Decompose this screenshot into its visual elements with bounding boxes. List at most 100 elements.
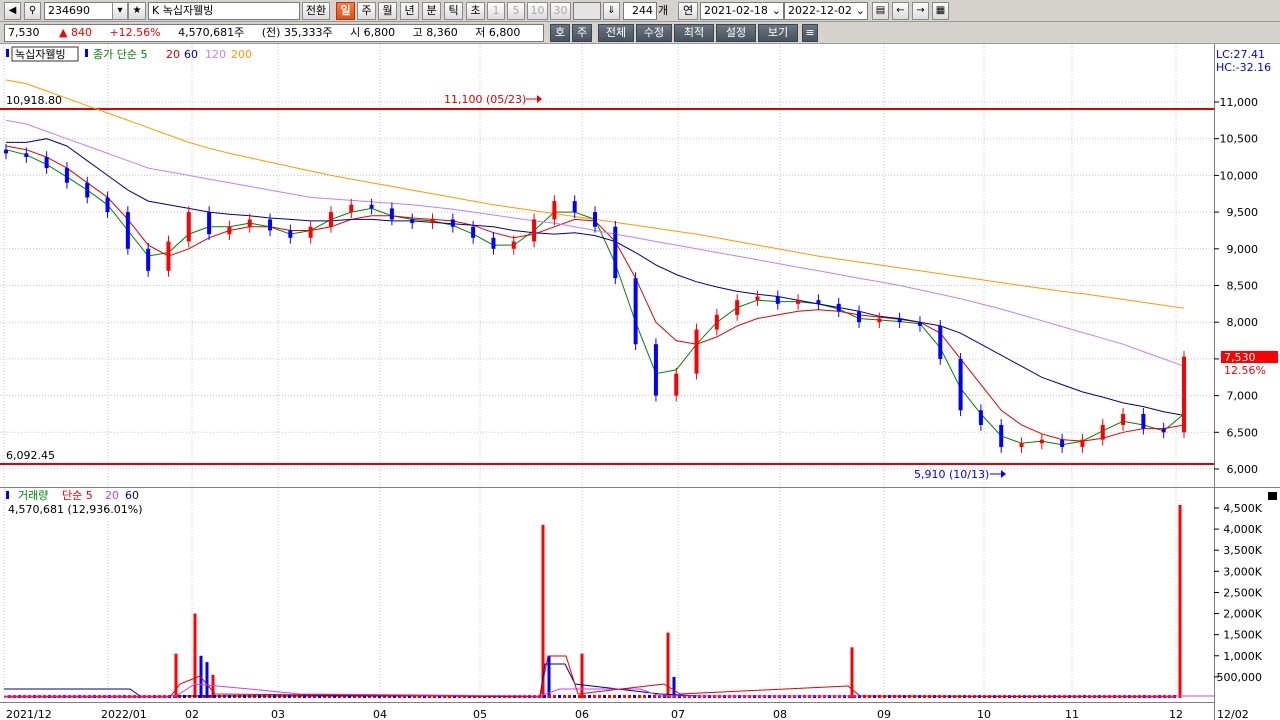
date-to-chevron-icon[interactable]: ⌄ <box>856 3 865 19</box>
stock-code-input[interactable]: 234690 <box>44 2 114 20</box>
count-input[interactable]: 244 <box>623 2 657 20</box>
view-all-button[interactable]: 전체 <box>598 24 634 42</box>
candle-body <box>714 314 719 330</box>
panel-divider[interactable] <box>0 487 1280 488</box>
date-tick-label: 2021/12 <box>6 708 52 720</box>
high-reference-label: 10,918.80 <box>6 94 62 107</box>
min-annotation: 5,910 (10/13) <box>914 468 989 481</box>
volume-bar <box>666 632 670 698</box>
code-dropdown-icon[interactable]: ▾ <box>112 2 128 20</box>
period-week-button[interactable]: 주 <box>357 2 376 20</box>
candle-body <box>247 219 252 227</box>
period-month-button[interactable]: 월 <box>378 2 397 20</box>
menu-icon[interactable]: ≡ <box>802 24 818 42</box>
date-tick-label: 2022/01 <box>101 708 147 720</box>
collapse-icon[interactable]: ◀ <box>4 2 21 20</box>
optimize-button[interactable]: 최적 <box>674 24 714 42</box>
custom-interval-input[interactable] <box>573 2 601 20</box>
date-tick-label: 06 <box>575 708 589 720</box>
period-second-button[interactable]: 초 <box>466 2 485 20</box>
favorite-star-icon[interactable]: ★ <box>128 2 146 20</box>
stock-name: 녹십자웰빙 <box>162 4 214 17</box>
year-button[interactable]: 연 <box>678 2 698 20</box>
ma-legend-20: 20 <box>166 48 180 61</box>
candle-body <box>308 226 313 238</box>
candle-body <box>349 204 354 213</box>
volume-bar-small <box>558 695 561 698</box>
quote-bar: 7,530 ▲ 840 +12.56% 4,570,681주 (전) 35,33… <box>0 22 1280 44</box>
quote-hoga-button[interactable]: 호 <box>550 24 570 42</box>
candle-body <box>552 201 557 220</box>
arrow-left-icon[interactable]: ← <box>892 2 909 20</box>
quote-display: 7,530 ▲ 840 +12.56% 4,570,681주 (전) 35,33… <box>4 24 544 42</box>
current-pct-tag: 12.56% <box>1224 364 1266 377</box>
candle-body <box>1161 428 1166 433</box>
price-tick-label: 10,500 <box>1220 133 1259 146</box>
volume-tick-label: 4,500K <box>1223 502 1262 515</box>
date-from-text: 2021-02-18 <box>704 4 768 17</box>
price-tick-label: 8,500 <box>1227 280 1259 293</box>
candle-body <box>572 201 577 213</box>
volume-bar-small <box>598 695 601 698</box>
ma-legend-5: 5 <box>140 48 147 61</box>
period-minute-button[interactable]: 분 <box>422 2 441 20</box>
price-tick-label: 11,000 <box>1220 96 1259 109</box>
volume-prev: (전) 35,333주 <box>261 26 333 39</box>
date-tick-label: 07 <box>671 708 685 720</box>
market-prefix: K <box>152 4 160 17</box>
volume-bar-small <box>603 695 606 698</box>
count-unit: 개 <box>658 4 669 17</box>
save-icon[interactable]: ▤ <box>872 2 889 20</box>
settings-button[interactable]: 설정 <box>716 24 756 42</box>
convert-button[interactable]: 전환 <box>302 2 330 20</box>
volume-panel-close-icon[interactable] <box>1268 492 1277 500</box>
candle-body <box>917 322 922 326</box>
interval-1-button[interactable]: 1 <box>487 2 505 20</box>
grid-icon[interactable]: ▦ <box>932 2 949 20</box>
date-from-input[interactable]: 2021-02-18 ⌄ <box>700 2 784 20</box>
candle-body <box>532 219 537 242</box>
volume-ma-5: 5 <box>86 489 93 502</box>
volume-current: 4,570,681 (12,936.01%) <box>8 503 143 516</box>
candle-body <box>471 226 476 238</box>
volume-bar-small <box>553 695 556 698</box>
candle-body <box>674 373 679 396</box>
candle-body <box>1100 424 1105 440</box>
candle-body <box>85 182 90 198</box>
date-from-chevron-icon[interactable]: ⌄ <box>772 3 781 19</box>
price-change-pct: +12.56% <box>109 26 161 39</box>
volume-bar-small <box>633 695 636 698</box>
volume-ma-name: 단순 <box>62 489 82 502</box>
main-toolbar: ◀ ⚲ 234690 ▾ ★ K 녹십자웰빙 전환 일 주 월 년 분 틱 초 … <box>0 0 1280 22</box>
quote-order-button[interactable]: 주 <box>572 24 592 42</box>
interval-10-button[interactable]: 10 <box>527 2 548 20</box>
volume-bar-small <box>548 695 551 698</box>
date-to-input[interactable]: 2022-12-02 ⌄ <box>784 2 868 20</box>
candle-body <box>207 212 212 235</box>
open-price: 시 6,800 <box>350 26 396 39</box>
volume-bar-small <box>583 695 586 698</box>
candle-body <box>1121 413 1126 425</box>
search-icon[interactable]: ⚲ <box>24 2 41 20</box>
candle-body <box>633 278 638 345</box>
period-day-button[interactable]: 일 <box>336 2 355 20</box>
price-tick-label: 9,500 <box>1227 206 1259 219</box>
period-tick-button[interactable]: 틱 <box>444 2 463 20</box>
date-axis-divider <box>0 702 1214 703</box>
max-annotation: 11,100 (05/23) <box>444 93 526 106</box>
adjust-button[interactable]: 수정 <box>636 24 672 42</box>
ma-legend-120: 120 <box>205 48 226 61</box>
candle-body <box>897 318 902 323</box>
period-year-button[interactable]: 년 <box>400 2 419 20</box>
download-arrow-icon[interactable]: ⇓ <box>603 2 620 20</box>
candle-body <box>268 219 273 231</box>
interval-5-button[interactable]: 5 <box>507 2 525 20</box>
interval-30-button[interactable]: 30 <box>550 2 571 20</box>
ma-legend-60: 60 <box>184 48 198 61</box>
low-price: 저 6,800 <box>475 26 521 39</box>
arrow-right-icon[interactable]: → <box>912 2 929 20</box>
chart-area[interactable]: 녹십자웰빙 종가 단순 5 20 60 120 200 LC:27.41 HC:… <box>0 44 1280 720</box>
price-tick-label: 6,000 <box>1227 463 1259 476</box>
volume-tick-label: 1,500K <box>1223 629 1262 642</box>
view-button[interactable]: 보기 <box>758 24 798 42</box>
